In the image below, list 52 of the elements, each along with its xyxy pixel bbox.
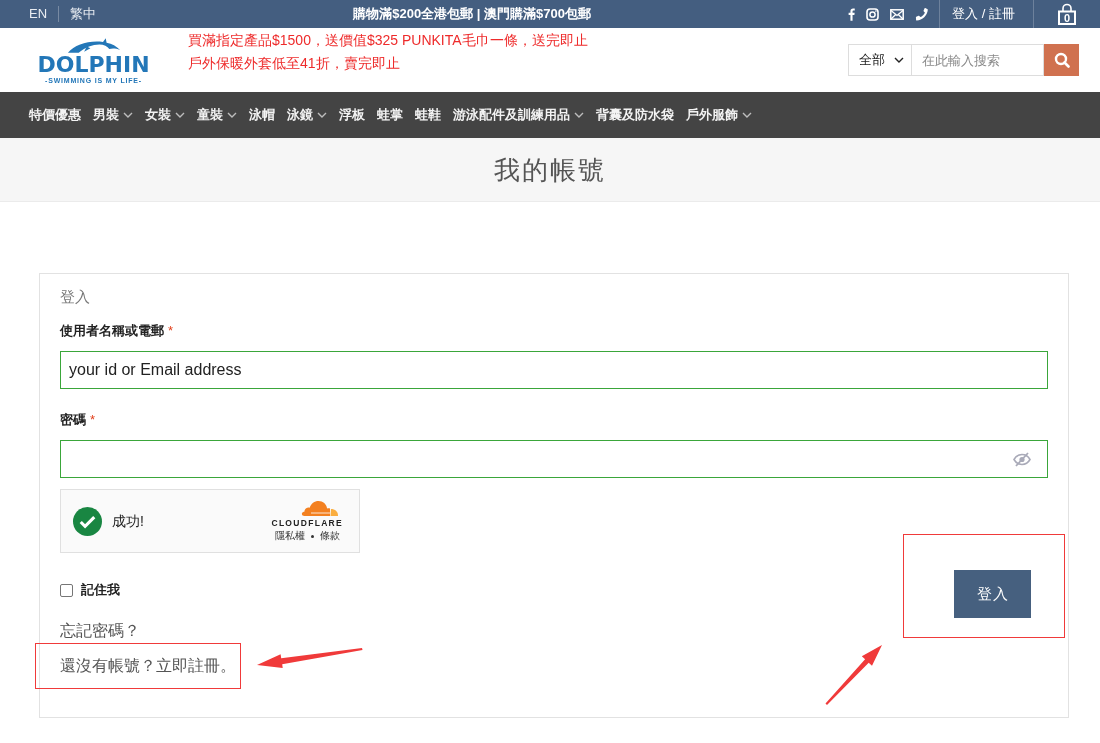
- dolphin-icon[interactable]: [66, 37, 121, 54]
- nav-link[interactable]: 泳鏡: [287, 105, 327, 125]
- promo-text: 購物滿$200全港包郵 | 澳門購滿$700包郵: [353, 5, 591, 24]
- bag-icon: [1058, 3, 1076, 25]
- search-icon: [1053, 52, 1070, 68]
- login-register-link[interactable]: 登入 / 註冊: [952, 4, 1015, 24]
- nav-link[interactable]: 女裝: [145, 105, 185, 125]
- captcha-link[interactable]: 條款: [319, 530, 340, 542]
- field-label: 密碼: [60, 412, 86, 427]
- field-label: 使用者名稱或電郵: [60, 323, 164, 338]
- nav-link[interactable]: 戶外服飾: [686, 105, 752, 125]
- search-field[interactable]: 在此輸入搜索: [912, 44, 1044, 76]
- annotation-arrow-icon: [255, 645, 364, 670]
- check-circle-icon: [73, 506, 102, 536]
- language-link[interactable]: 繁中: [70, 6, 97, 22]
- captcha-status: 成功!: [112, 511, 144, 531]
- brand-text: CLOUDFLARE: [271, 518, 343, 529]
- remember-label: 記住我: [81, 581, 120, 600]
- password-field[interactable]: [60, 440, 1048, 478]
- language-link[interactable]: EN: [29, 6, 48, 22]
- nav-link[interactable]: 童裝: [197, 105, 237, 125]
- cloud-logo-icon: [301, 500, 340, 517]
- cart-link[interactable]: 0: [1058, 3, 1076, 25]
- instagram-icon[interactable]: [866, 7, 880, 21]
- mail-icon[interactable]: [890, 8, 905, 20]
- username-field[interactable]: your id or Email address: [60, 351, 1048, 389]
- facebook-icon[interactable]: [848, 7, 856, 21]
- captcha-link[interactable]: 隱私權: [274, 530, 305, 542]
- login-button[interactable]: 登入: [954, 570, 1031, 618]
- nav-link[interactable]: 游泳配件及訓練用品: [453, 105, 584, 125]
- announcement-text: 戶外保暖外套低至41折，賣完即止: [188, 54, 401, 73]
- nav-link[interactable]: 蛙鞋: [415, 105, 441, 125]
- required-mark: *: [90, 412, 96, 427]
- search-button[interactable]: [1044, 44, 1079, 76]
- forgot-password-link[interactable]: 忘記密碼？: [60, 621, 140, 641]
- nav-link[interactable]: 泳帽: [249, 105, 275, 125]
- nav-link[interactable]: 蛙掌: [377, 105, 403, 125]
- form-heading: 登入: [60, 287, 90, 307]
- chevron-down-icon: [894, 57, 904, 63]
- phone-icon[interactable]: [915, 7, 929, 21]
- required-mark: *: [168, 323, 174, 338]
- nav-link[interactable]: 背囊及防水袋: [596, 105, 674, 125]
- category-select[interactable]: 全部: [848, 44, 912, 76]
- dot-icon: [310, 534, 314, 538]
- remember-checkbox[interactable]: [60, 583, 73, 597]
- nav-link[interactable]: 浮板: [339, 105, 365, 125]
- announcement-text: 買滿指定產品$1500，送價值$325 PUNKITA毛巾一條，送完即止: [188, 31, 588, 50]
- nav-link[interactable]: 男裝: [93, 105, 133, 125]
- page-title: 我的帳號: [494, 153, 606, 186]
- register-link[interactable]: 還沒有帳號？立即註冊。: [60, 656, 236, 674]
- nav-link[interactable]: 特價優惠: [29, 105, 81, 125]
- logo-name[interactable]: DOLPHIN: [37, 54, 150, 76]
